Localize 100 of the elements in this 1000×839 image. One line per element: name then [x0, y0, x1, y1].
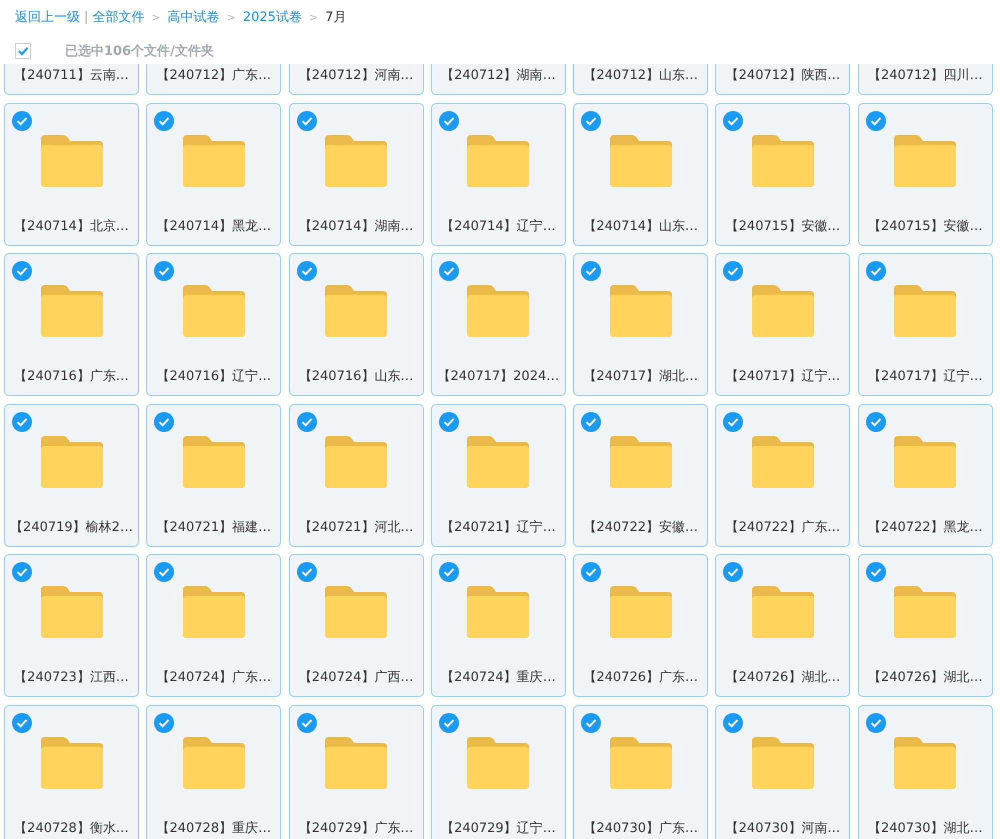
folder-icon: [752, 736, 814, 788]
folder-name: 【240730】湖北…: [868, 820, 983, 836]
breadcrumb-item: 7月: [325, 9, 346, 26]
folder-tile[interactable]: 【240712】河南…: [288, 64, 424, 95]
folder-name: 【240730】河南…: [726, 820, 840, 836]
folder-tile[interactable]: 【240722】广东…: [715, 404, 850, 546]
folder-icon: [40, 285, 102, 337]
check-icon: [154, 412, 174, 432]
check-icon: [581, 562, 602, 582]
folder-tile[interactable]: 【240730】广东…: [573, 704, 708, 839]
folder-tile[interactable]: 【240716】广东…: [4, 253, 139, 396]
check-icon: [866, 110, 886, 130]
folder-tile[interactable]: 【240722】黑龙…: [858, 404, 993, 546]
folder-tile[interactable]: 【240726】湖北…: [858, 554, 993, 697]
folder-name: 【240714】北京…: [14, 218, 129, 234]
check-icon: [581, 110, 602, 130]
folder-tile[interactable]: 【240714】山东…: [573, 102, 708, 246]
folder-name: 【240721】河北…: [298, 518, 414, 536]
folder-icon: [752, 285, 814, 337]
folder-icon: [467, 736, 530, 788]
folder-icon: [894, 736, 956, 788]
folder-name: 【240729】广东…: [298, 820, 414, 836]
folder-tile[interactable]: 【240729】广东…: [288, 704, 424, 839]
check-icon: [12, 261, 32, 281]
folder-tile[interactable]: 【240711】云南…: [4, 64, 139, 95]
check-icon: [723, 261, 744, 281]
folder-tile[interactable]: 【240730】湖北…: [858, 704, 993, 839]
folder-icon: [182, 586, 245, 638]
folder-icon: [182, 285, 245, 337]
folder-name: 【240712】河南…: [298, 67, 414, 84]
folder-tile[interactable]: 【240726】湖北…: [715, 554, 850, 697]
folder-tile[interactable]: 【240717】辽宁…: [715, 253, 850, 396]
breadcrumb-arrow: >: [226, 10, 236, 24]
folder-tile[interactable]: 【240712】四川…: [858, 64, 993, 95]
folder-name: 【240716】山东…: [298, 368, 414, 385]
folder-name: 【240724】广东…: [156, 669, 272, 686]
folder-tile[interactable]: 【240723】江西…: [4, 554, 139, 697]
folder-name: 【240714】山东…: [583, 218, 698, 234]
folder-tile[interactable]: 【240728】重庆…: [146, 704, 282, 839]
folder-tile[interactable]: 【240715】安徽…: [715, 102, 850, 246]
check-icon: [154, 562, 174, 582]
folder-tile[interactable]: 【240728】衡水…: [4, 704, 139, 839]
folder-name: 【240729】辽宁…: [441, 820, 556, 836]
folder-icon: [182, 436, 245, 488]
select-all-checkbox[interactable]: [15, 43, 31, 59]
check-icon: [723, 412, 744, 432]
folder-tile[interactable]: 【240717】辽宁…: [858, 253, 993, 396]
folder-name: 【240728】衡水…: [14, 820, 129, 836]
folder-tile[interactable]: 【240712】湖南…: [430, 64, 566, 95]
folder-icon: [325, 134, 388, 186]
folder-tile[interactable]: 【240714】辽宁…: [430, 102, 566, 246]
folder-tile[interactable]: 【240712】广东…: [146, 64, 282, 95]
folder-tile[interactable]: 【240721】辽宁…: [430, 404, 566, 546]
folder-name: 【240724】重庆…: [441, 669, 556, 686]
folder-tile[interactable]: 【240719】榆林2…: [4, 404, 139, 546]
check-icon: [438, 261, 459, 281]
folder-name: 【240721】福建…: [156, 518, 272, 536]
folder-tile[interactable]: 【240714】黑龙…: [146, 102, 282, 246]
folder-tile[interactable]: 【240730】河南…: [715, 704, 850, 839]
check-icon: [438, 412, 459, 432]
folder-tile[interactable]: 【240724】广西…: [288, 554, 424, 697]
check-icon: [296, 110, 317, 130]
check-icon: [866, 562, 886, 582]
folder-name: 【240714】黑龙…: [156, 218, 272, 234]
folder-tile[interactable]: 【240722】安徽…: [573, 404, 708, 546]
folder-icon: [610, 736, 672, 788]
check-icon: [154, 261, 174, 281]
folder-tile[interactable]: 【240714】北京…: [4, 102, 139, 246]
folder-tile[interactable]: 【240721】福建…: [146, 404, 282, 546]
folder-icon: [467, 134, 530, 186]
check-icon: [12, 712, 32, 732]
folder-tile[interactable]: 【240715】安徽…: [858, 102, 993, 246]
folder-tile[interactable]: 【240726】广东…: [573, 554, 708, 697]
check-icon: [296, 261, 317, 281]
folder-tile[interactable]: 【240717】湖北…: [573, 253, 708, 396]
folder-icon: [894, 285, 956, 337]
breadcrumb-arrow: >: [151, 10, 161, 24]
folder-tile[interactable]: 【240716】山东…: [288, 253, 424, 396]
folder-icon: [752, 436, 814, 488]
folder-icon: [894, 436, 956, 488]
folder-tile[interactable]: 【240724】广东…: [146, 554, 282, 697]
check-icon: [723, 712, 744, 732]
folder-tile[interactable]: 【240716】辽宁…: [146, 253, 282, 396]
folder-name: 【240712】陕西…: [726, 67, 840, 84]
folder-name: 【240723】江西…: [14, 669, 129, 686]
folder-icon: [467, 436, 530, 488]
folder-icon: [325, 436, 388, 488]
folder-name: 【240712】山东…: [583, 67, 698, 84]
folder-name: 【240722】黑龙…: [868, 518, 983, 536]
folder-tile[interactable]: 【240712】山东…: [573, 64, 708, 95]
folder-name: 【240715】安徽…: [726, 218, 840, 234]
folder-icon: [325, 736, 388, 788]
folder-tile[interactable]: 【240712】陕西…: [715, 64, 850, 95]
folder-tile[interactable]: 【240729】辽宁…: [430, 704, 566, 839]
folder-tile[interactable]: 【240714】湖南…: [288, 102, 424, 246]
folder-tile[interactable]: 【240721】河北…: [288, 404, 424, 546]
folder-tile[interactable]: 【240724】重庆…: [430, 554, 566, 697]
folder-name: 【240717】2024…: [438, 368, 560, 385]
folder-tile[interactable]: 【240717】2024…: [430, 253, 566, 396]
folder-name: 【240712】四川…: [868, 67, 983, 84]
